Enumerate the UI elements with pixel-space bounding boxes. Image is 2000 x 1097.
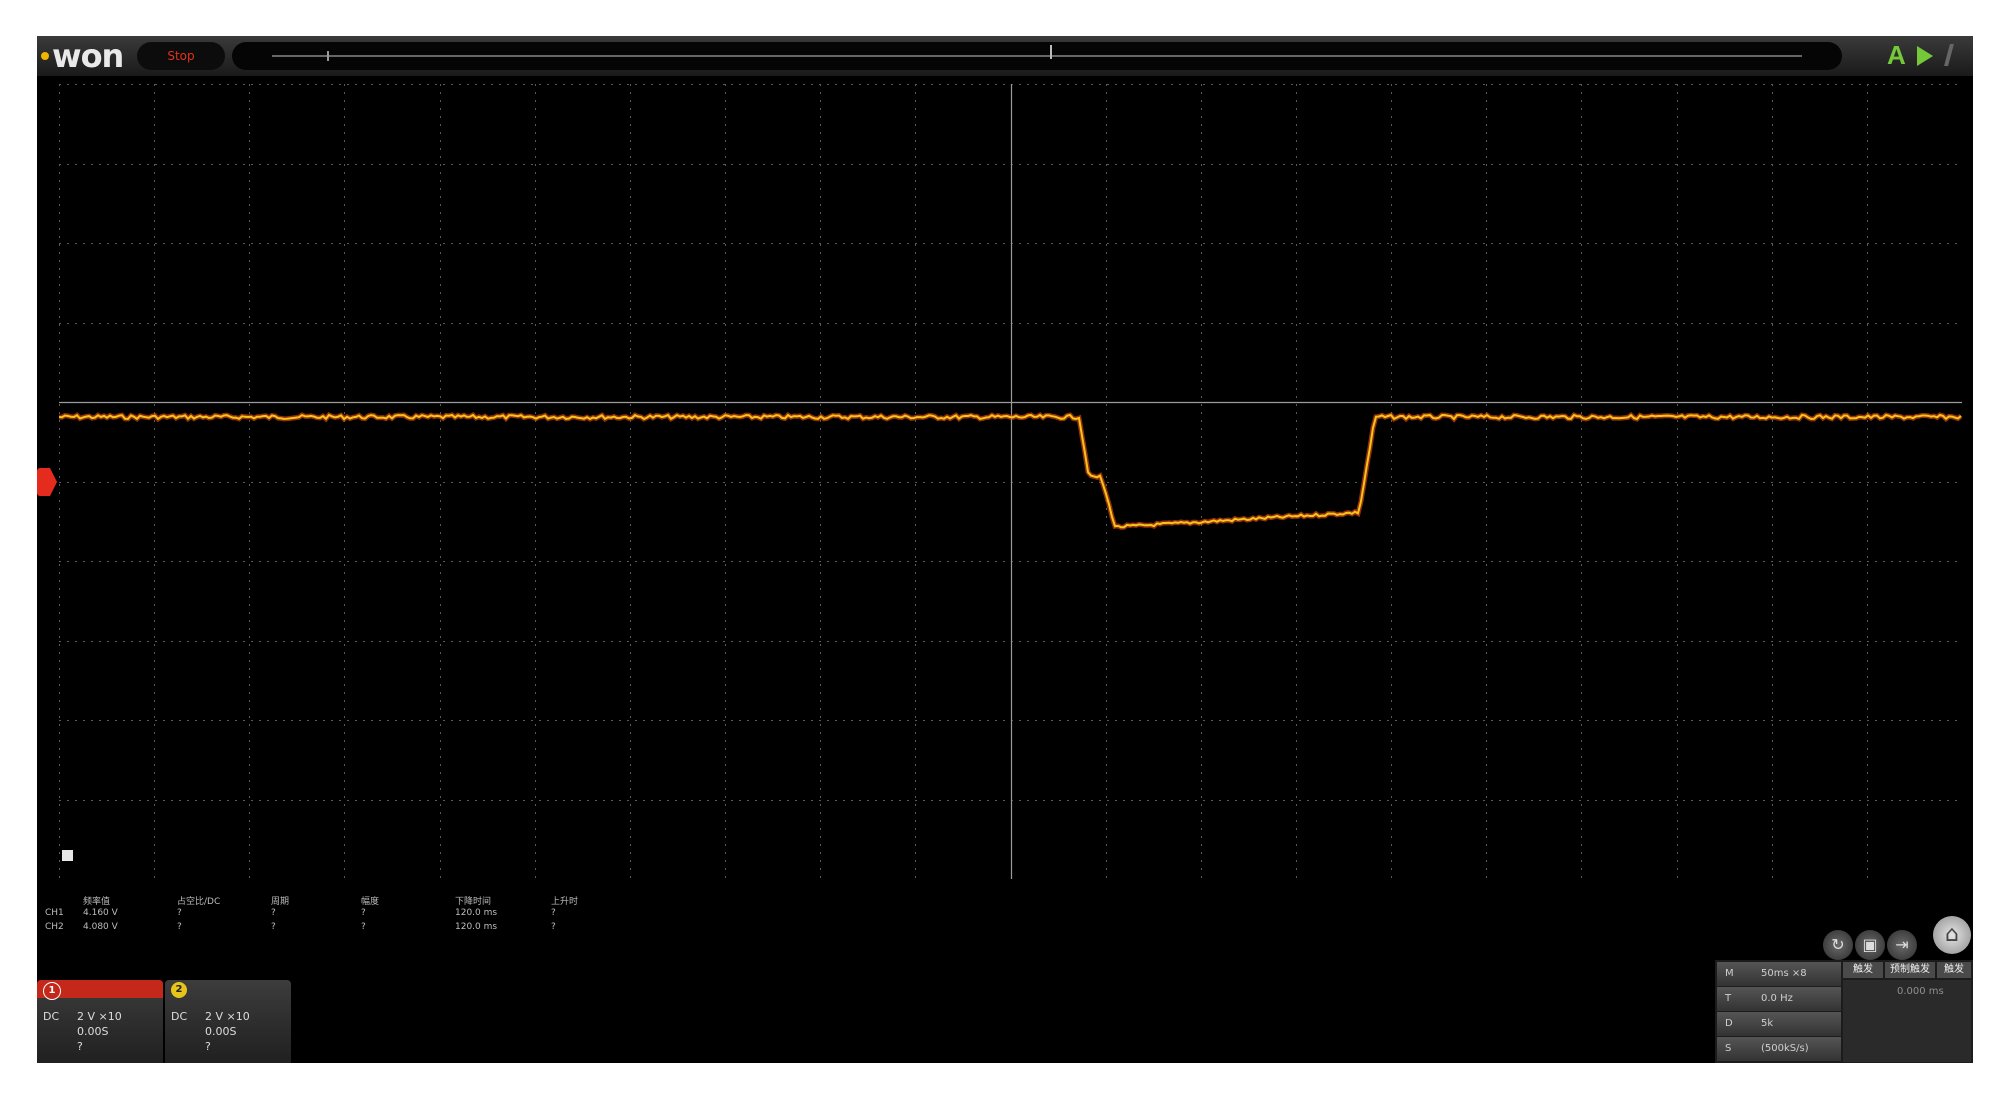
reference-marker <box>62 850 73 861</box>
save-icon[interactable]: ▣ <box>1855 930 1885 960</box>
timebase-key: T <box>1725 993 1732 1004</box>
measure-row-label: CH2 <box>45 922 64 932</box>
ch2-offset: 0.00S <box>205 1025 237 1038</box>
ch1-number: 1 <box>43 982 61 1000</box>
measure-value: ? <box>361 922 366 932</box>
trigger-position-marker[interactable] <box>1050 45 1052 59</box>
ch1-panel[interactable]: 1 DC 2 V ×10 0.00S ? <box>37 980 163 1063</box>
waveform-line <box>59 413 1962 529</box>
measure-value: ? <box>551 922 556 932</box>
timebase-key: D <box>1725 1018 1733 1029</box>
refresh-icon[interactable]: ↻ <box>1823 930 1853 960</box>
measure-value: 4.160 V <box>83 908 118 918</box>
run-stop-button[interactable]: Stop <box>137 42 225 70</box>
measure-header: 上升时 <box>551 897 579 907</box>
timebase-value: 0.0 Hz <box>1761 993 1793 1004</box>
brand-logo: won <box>41 37 124 75</box>
measure-value: ? <box>271 922 276 932</box>
measure-value: ? <box>177 908 182 918</box>
slash-icon <box>1944 44 1954 66</box>
timebase-row-s[interactable]: S (500kS/s) <box>1717 1037 1841 1061</box>
measure-value: ? <box>177 922 182 932</box>
ch2-extra: ? <box>205 1040 211 1053</box>
ch2-coupling: DC <box>171 1010 188 1023</box>
ch2-number: 2 <box>171 982 187 998</box>
measure-header: 占空比/DC <box>177 897 221 907</box>
measure-value: ? <box>271 908 276 918</box>
ch1-extra: ? <box>77 1040 83 1053</box>
measure-header: 下降时间 <box>455 897 492 907</box>
run-arrow-icon[interactable] <box>1917 46 1933 66</box>
ch1-coupling: DC <box>43 1010 60 1023</box>
grid-lines <box>59 84 1962 879</box>
trigger-mode-indicator[interactable]: A <box>1887 40 1906 71</box>
logo-text: won <box>52 37 124 75</box>
measure-value: 4.080 V <box>83 922 118 932</box>
ch1-level-marker[interactable] <box>37 468 57 496</box>
logo-dot-icon <box>41 52 49 60</box>
ch2-scale: 2 V ×10 <box>205 1010 250 1023</box>
timebase-row-m[interactable]: M 50ms ×8 <box>1717 962 1841 986</box>
top-bar: won Stop A <box>37 36 1973 76</box>
measure-header: 频率值 <box>83 897 111 907</box>
measure-value: ? <box>361 908 366 918</box>
export-icon[interactable]: ⇥ <box>1887 930 1917 960</box>
measure-row-label: CH1 <box>45 908 64 918</box>
tab-preset-trigger[interactable]: 预制触发 <box>1885 962 1935 978</box>
oscilloscope-screen: won Stop A 频率值 占空比/DC 周期 幅度 下降时间 上升时 CH1… <box>37 36 1973 1063</box>
trigger-info-area: 0.000 ms <box>1843 980 1971 1062</box>
timebase-value: (500kS/s) <box>1761 1043 1809 1054</box>
home-icon[interactable]: ⌂ <box>1933 916 1971 954</box>
tab-trigger[interactable]: 触发 <box>1843 962 1883 978</box>
waveform-glow <box>59 411 1962 530</box>
measure-header: 周期 <box>271 897 290 907</box>
ch1-offset: 0.00S <box>77 1025 109 1038</box>
time-position-track <box>272 55 1802 57</box>
measure-header: 幅度 <box>361 897 380 907</box>
timebase-value: 5k <box>1761 1018 1774 1029</box>
timebase-value: 50ms ×8 <box>1761 968 1807 979</box>
trigger-info-text: 0.000 ms <box>1897 986 1944 997</box>
ch2-panel[interactable]: 2 DC 2 V ×10 0.00S ? <box>165 980 291 1063</box>
timebase-panel: M 50ms ×8 T 0.0 Hz D 5k S (500kS/s) 触发 预… <box>1715 960 1973 1063</box>
measure-value: 120.0 ms <box>455 922 498 932</box>
tab-trigger-2[interactable]: 触发 <box>1937 962 1971 978</box>
graticule <box>59 84 1962 879</box>
measure-value: 120.0 ms <box>455 908 498 918</box>
timebase-row-d[interactable]: D 5k <box>1717 1012 1841 1036</box>
waveform-trace <box>59 411 1962 530</box>
timebase-key: S <box>1725 1043 1732 1054</box>
time-position-bar[interactable] <box>232 42 1842 70</box>
measure-value: ? <box>551 908 556 918</box>
timebase-row-t[interactable]: T 0.0 Hz <box>1717 987 1841 1011</box>
ch1-scale: 2 V ×10 <box>77 1010 122 1023</box>
view-window-marker[interactable] <box>327 51 329 61</box>
timebase-key: M <box>1725 968 1734 979</box>
